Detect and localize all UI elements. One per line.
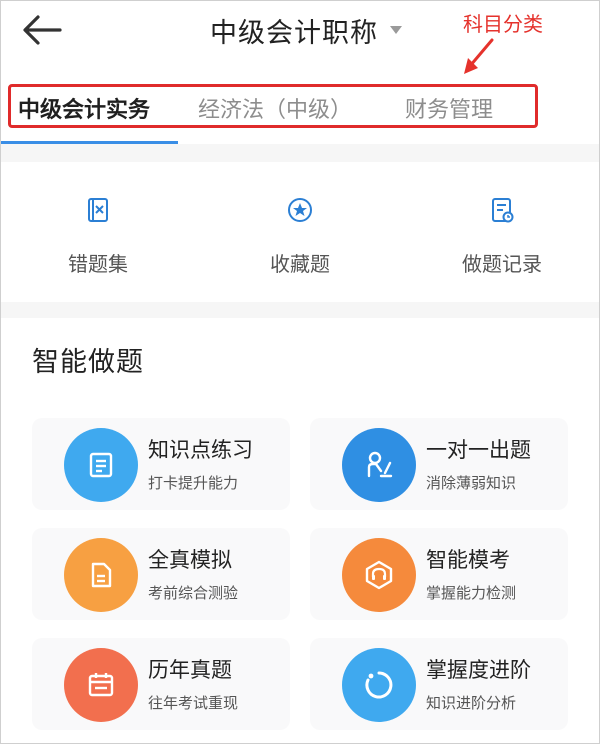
card-icon-circle (342, 428, 416, 502)
card-icon-circle (64, 648, 138, 722)
tab-financial-management[interactable]: 财务管理 (405, 92, 493, 124)
card-title: 掌握度进阶 (426, 658, 531, 682)
mastery-advance-card[interactable]: 掌握度进阶 知识进阶分析 (310, 638, 568, 730)
back-button[interactable] (20, 12, 64, 48)
wrong-book-icon (88, 198, 108, 222)
header: 中级会计职称 科目分类 (0, 0, 600, 74)
calendar-icon (88, 673, 114, 697)
dropdown-caret-icon (390, 26, 402, 34)
card-subtitle: 知识进阶分析 (426, 694, 517, 712)
card-title: 一对一出题 (426, 438, 531, 462)
divider (0, 302, 600, 318)
person-icon (367, 451, 393, 478)
quick-action-label: 做题记录 (462, 252, 542, 276)
card-icon-circle (342, 538, 416, 612)
smart-mock-card[interactable]: 智能模考 掌握能力检测 (310, 528, 568, 620)
card-subtitle: 考前综合测验 (148, 584, 239, 602)
knowledge-practice-card[interactable]: 知识点练习 打卡提升能力 (32, 418, 290, 510)
card-icon-circle (64, 538, 138, 612)
one-on-one-card[interactable]: 一对一出题 消除薄弱知识 (310, 418, 568, 510)
tab-economic-law[interactable]: 经济法（中级） (198, 92, 352, 124)
quick-action-label: 错题集 (68, 252, 128, 276)
back-arrow-icon (23, 15, 62, 45)
card-subtitle: 掌握能力检测 (426, 584, 517, 602)
quick-action-label: 收藏题 (270, 252, 330, 276)
favorites-button[interactable]: 收藏题 (240, 196, 360, 277)
star-icon (288, 198, 312, 222)
annotation-label: 科目分类 (463, 12, 543, 36)
card-title: 全真模拟 (148, 548, 232, 572)
full-mock-card[interactable]: 全真模拟 考前综合测验 (32, 528, 290, 620)
page-title: 中级会计职称 (210, 17, 378, 49)
card-icon-circle (64, 428, 138, 502)
tab-intermediate-accounting[interactable]: 中级会计实务 (18, 92, 150, 124)
card-title: 知识点练习 (148, 438, 253, 462)
card-subtitle: 打卡提升能力 (148, 474, 239, 492)
headset-icon (365, 560, 393, 590)
paper-icon (91, 562, 112, 588)
annotation-arrow-icon (464, 38, 494, 74)
divider (0, 144, 600, 162)
record-icon (492, 198, 514, 223)
section-title: 智能做题 (32, 347, 144, 378)
document-icon (89, 452, 113, 478)
card-icon-circle (342, 648, 416, 722)
subject-selector[interactable]: 中级会计职称 (210, 10, 402, 50)
card-subtitle: 消除薄弱知识 (426, 474, 517, 492)
wrong-questions-button[interactable]: 错题集 (38, 196, 158, 277)
practice-record-button[interactable]: 做题记录 (442, 196, 562, 277)
past-exams-card[interactable]: 历年真题 往年考试重现 (32, 638, 290, 730)
card-title: 历年真题 (148, 658, 232, 682)
card-subtitle: 往年考试重现 (148, 694, 239, 712)
progress-ring-icon (365, 671, 393, 699)
card-title: 智能模考 (426, 548, 510, 572)
